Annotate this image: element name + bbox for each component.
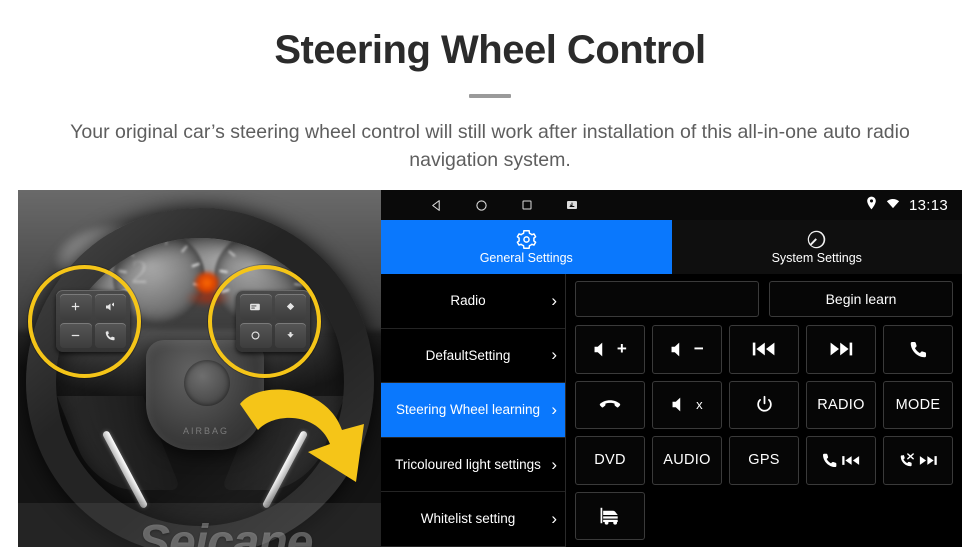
next-track-icon bbox=[830, 342, 853, 356]
page-subtitle: Your original car’s steering wheel contr… bbox=[70, 121, 910, 172]
settings-body: Radio › DefaultSetting › Steering Wheel … bbox=[381, 274, 962, 547]
power-icon bbox=[756, 396, 772, 412]
mode-button[interactable]: MODE bbox=[883, 380, 953, 429]
car-button[interactable] bbox=[575, 491, 645, 540]
airbag-label: AIRBAG bbox=[182, 426, 229, 436]
phone-reject-icon bbox=[900, 453, 914, 467]
screenshot-icon[interactable] bbox=[564, 198, 579, 213]
phone-answer-icon bbox=[910, 341, 926, 358]
menu-item-tricoloured-light-settings[interactable]: Tricoloured light settings › bbox=[381, 437, 565, 493]
tab-system-settings[interactable]: System Settings bbox=[671, 220, 962, 274]
status-icons: 13:13 bbox=[866, 196, 948, 215]
menu-item-tricoloured-light-settings-label: Tricoloured light settings bbox=[395, 456, 541, 472]
menu-item-default-setting[interactable]: DefaultSetting › bbox=[381, 328, 565, 384]
menu-item-radio-label: Radio bbox=[450, 293, 486, 309]
system-logo-icon bbox=[806, 229, 827, 249]
location-icon bbox=[866, 196, 877, 215]
learn-key-display[interactable] bbox=[575, 281, 759, 317]
gps-button[interactable]: GPS bbox=[729, 436, 799, 485]
phone-answer-icon bbox=[823, 453, 837, 468]
phone-hangup-button[interactable] bbox=[575, 380, 645, 429]
steering-wheel-photo: 2 AIRBAG Seicane bbox=[18, 190, 381, 547]
wifi-icon bbox=[886, 196, 900, 214]
highlight-circle-left bbox=[28, 265, 141, 378]
tab-general-settings[interactable]: General Settings bbox=[381, 220, 672, 274]
next-track-icon bbox=[919, 455, 937, 465]
chevron-right-icon: › bbox=[551, 399, 557, 419]
dvd-button[interactable]: DVD bbox=[575, 436, 645, 485]
menu-item-whitelist-setting[interactable]: Whitelist setting › bbox=[381, 492, 565, 547]
volume-up-icon bbox=[594, 342, 603, 357]
horn-button bbox=[184, 360, 230, 406]
car-icon bbox=[600, 508, 618, 525]
header: Steering Wheel Control Your original car… bbox=[0, 0, 980, 175]
menu-item-radio[interactable]: Radio › bbox=[381, 274, 565, 329]
volume-up-button[interactable]: + bbox=[575, 325, 645, 374]
page-root: Steering Wheel Control Your original car… bbox=[0, 0, 980, 547]
previous-track-icon bbox=[842, 455, 860, 465]
steering-wheel-learning-panel: Begin learn + − x RADIO MODE DVD AUDIO G… bbox=[566, 274, 962, 547]
settings-tabs: General Settings System Settings bbox=[381, 220, 962, 274]
audio-button[interactable]: AUDIO bbox=[652, 436, 722, 485]
menu-item-steering-wheel-learning[interactable]: Steering Wheel learning › bbox=[381, 383, 565, 438]
radio-button[interactable]: RADIO bbox=[806, 380, 876, 429]
phone-hangup-icon bbox=[599, 400, 621, 408]
tab-system-settings-label: System Settings bbox=[771, 251, 862, 265]
volume-down-button[interactable]: − bbox=[652, 325, 722, 374]
volume-mute-icon bbox=[672, 397, 681, 412]
head-unit-screen: 13:13 General Settings System Settings R… bbox=[381, 190, 962, 547]
learn-row: Begin learn bbox=[575, 281, 953, 317]
chevron-right-icon: › bbox=[551, 345, 557, 365]
menu-item-whitelist-setting-label: Whitelist setting bbox=[420, 511, 516, 527]
next-track-button[interactable] bbox=[806, 325, 876, 374]
phone-answer-button[interactable] bbox=[883, 325, 953, 374]
pointer-arrow-icon bbox=[240, 389, 364, 482]
chevron-right-icon: › bbox=[551, 454, 557, 474]
android-nav-buttons bbox=[395, 198, 579, 213]
volume-down-icon bbox=[671, 342, 680, 357]
gear-icon bbox=[516, 229, 537, 249]
menu-item-default-setting-label: DefaultSetting bbox=[425, 347, 511, 363]
previous-track-button[interactable] bbox=[729, 325, 799, 374]
settings-menu: Radio › DefaultSetting › Steering Wheel … bbox=[381, 274, 566, 547]
phone-reject-next-button[interactable] bbox=[883, 436, 953, 485]
recents-icon[interactable] bbox=[519, 198, 534, 213]
menu-item-steering-wheel-learning-label: Steering Wheel learning bbox=[395, 402, 541, 418]
back-icon[interactable] bbox=[429, 198, 444, 213]
home-icon[interactable] bbox=[474, 198, 489, 213]
android-status-bar: 13:13 bbox=[381, 190, 962, 220]
highlight-circle-right bbox=[208, 265, 321, 378]
volume-mute-button[interactable]: x bbox=[652, 380, 722, 429]
power-button[interactable] bbox=[729, 380, 799, 429]
begin-learn-button[interactable]: Begin learn bbox=[769, 281, 953, 317]
status-clock: 13:13 bbox=[908, 196, 948, 214]
title-divider bbox=[469, 94, 511, 98]
chevron-right-icon: › bbox=[551, 509, 557, 529]
page-title: Steering Wheel Control bbox=[274, 28, 706, 72]
phone-previous-button[interactable] bbox=[806, 436, 876, 485]
previous-track-icon bbox=[752, 342, 775, 356]
media-strip: 2 AIRBAG Seicane 13:13 General Settings … bbox=[18, 190, 962, 547]
chevron-right-icon: › bbox=[551, 290, 557, 310]
swc-function-grid: + − x RADIO MODE DVD AUDIO GPS bbox=[575, 325, 953, 540]
tab-general-settings-label: General Settings bbox=[479, 251, 573, 265]
